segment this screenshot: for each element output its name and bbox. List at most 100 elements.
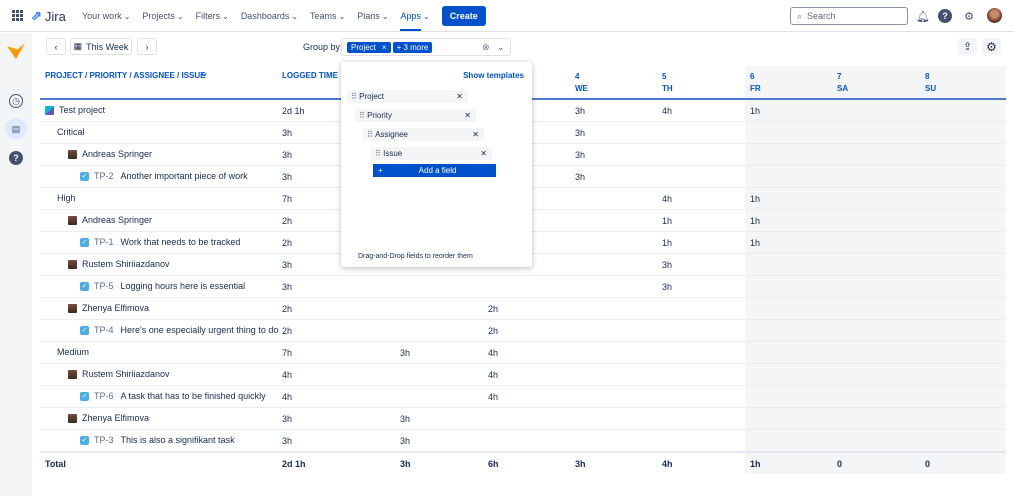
row-name: Andreas Springer: [68, 215, 152, 225]
prev-week-button[interactable]: ‹: [46, 38, 66, 55]
nav-teams[interactable]: Teams: [310, 11, 337, 21]
close-icon[interactable]: ✕: [464, 111, 471, 120]
day-value[interactable]: 2h: [488, 326, 498, 336]
day-value[interactable]: 3h: [400, 414, 410, 424]
day-value[interactable]: 3h: [400, 436, 410, 446]
day-value[interactable]: 1h: [662, 216, 672, 226]
close-icon[interactable]: ✕: [480, 149, 487, 158]
nav-projects[interactable]: Projects: [142, 11, 175, 21]
chevron-down-icon[interactable]: ⌄: [200, 68, 208, 80]
app-switcher-icon[interactable]: [12, 10, 23, 21]
jira-logo[interactable]: ⇗ Jira: [31, 8, 66, 24]
row-name: Andreas Springer: [68, 149, 152, 159]
user-avatar[interactable]: [987, 8, 1002, 23]
group-field-issue[interactable]: ⠿ Issue ✕: [371, 147, 492, 160]
nav-plans[interactable]: Plans: [357, 11, 380, 21]
day-value[interactable]: 4h: [662, 194, 672, 204]
day-value[interactable]: 4h: [488, 370, 498, 380]
row-label[interactable]: Logging hours here is essential: [121, 281, 246, 291]
chevron-down-icon[interactable]: ⌄: [497, 42, 505, 53]
day-value[interactable]: 3h: [662, 282, 672, 292]
settings-icon[interactable]: ⚙: [982, 38, 1001, 55]
row-label[interactable]: Work that needs to be tracked: [121, 237, 241, 247]
group-field-priority[interactable]: ⠿ Priority ✕: [355, 109, 476, 122]
nav-dashboards[interactable]: Dashboards: [241, 11, 290, 21]
issue-key[interactable]: TP-3: [94, 435, 114, 445]
timesheet-icon[interactable]: ▤: [5, 118, 27, 140]
row-label[interactable]: This is also a signifikant task: [121, 435, 235, 445]
total-day-value: 3h: [575, 459, 586, 469]
table-row[interactable]: ✓ TP-6 A task that has to be finished quic…: [40, 386, 1006, 408]
day-value[interactable]: 3h: [575, 172, 585, 182]
row-label[interactable]: A task that has to be finished quickly: [121, 391, 266, 401]
day-value[interactable]: 4h: [488, 348, 498, 358]
create-button[interactable]: Create: [441, 6, 486, 26]
row-name: ✓ TP-1 Work that needs to be tracked: [80, 237, 240, 247]
settings-icon[interactable]: ⚙: [962, 9, 976, 23]
day-value[interactable]: 3h: [575, 106, 585, 116]
nav-your-work[interactable]: Your work: [82, 11, 122, 21]
issue-key[interactable]: TP-1: [94, 237, 114, 247]
group-chip-project[interactable]: Project ×: [347, 41, 391, 53]
table-row[interactable]: Zhenya Elfimova 3h 3h: [40, 408, 1006, 430]
close-icon[interactable]: ✕: [472, 130, 479, 139]
help-icon[interactable]: ?: [938, 9, 952, 23]
issue-key[interactable]: TP-2: [94, 171, 114, 181]
more-chip[interactable]: + 3 more: [392, 41, 433, 53]
row-label[interactable]: Another important piece of work: [121, 171, 248, 181]
logged-time: 4h: [282, 392, 293, 402]
clear-icon[interactable]: ⊗: [482, 42, 490, 53]
day-value[interactable]: 1h: [750, 238, 760, 248]
search-input[interactable]: ⌕ Search: [790, 7, 908, 25]
day-value[interactable]: 4h: [662, 106, 672, 116]
day-value[interactable]: 1h: [662, 238, 672, 248]
day-of-week: WE: [575, 84, 588, 93]
next-week-button[interactable]: ›: [137, 38, 157, 55]
day-of-week: FR: [750, 84, 761, 93]
table-row[interactable]: ✓ TP-5 Logging hours here is essential 3h 3h: [40, 276, 1006, 298]
issue-key[interactable]: TP-6: [94, 391, 114, 401]
period-button[interactable]: ▦ This Week: [70, 38, 132, 55]
drag-handle-icon[interactable]: ⠿: [367, 130, 375, 139]
day-value[interactable]: 2h: [488, 304, 498, 314]
row-label: Zhenya Elfimova: [82, 303, 150, 313]
share-icon[interactable]: ⇪: [958, 38, 977, 55]
column-header-logged[interactable]: LOGGED TIME: [282, 70, 338, 82]
table-row[interactable]: ✓ TP-4 Here's one especially urgent thing …: [40, 320, 1006, 342]
drag-handle-icon[interactable]: ⠿: [351, 92, 359, 101]
day-value[interactable]: 1h: [750, 194, 760, 204]
issue-key[interactable]: TP-5: [94, 281, 114, 291]
help-icon[interactable]: ?: [9, 151, 23, 165]
nav-filters[interactable]: Filters: [196, 11, 221, 21]
column-header-name[interactable]: PROJECT / PRIORITY / ASSIGNEE / ISSUE: [45, 70, 205, 82]
row-label[interactable]: Here's one especially urgent thing to do: [121, 325, 279, 335]
table-row[interactable]: Medium 7h 3h 4h: [40, 342, 1006, 364]
show-templates-link[interactable]: Show templates: [463, 71, 524, 80]
day-value[interactable]: 3h: [575, 150, 585, 160]
day-number: 4: [575, 72, 580, 81]
day-value[interactable]: 3h: [662, 260, 672, 270]
day-value[interactable]: 3h: [400, 348, 410, 358]
day-value[interactable]: 3h: [575, 128, 585, 138]
day-value[interactable]: 1h: [750, 106, 760, 116]
drag-handle-icon[interactable]: ⠿: [375, 149, 383, 158]
day-value[interactable]: 4h: [488, 392, 498, 402]
group-field-assignee[interactable]: ⠿ Assignee ✕: [363, 128, 484, 141]
group-by-select[interactable]: Project × + 3 more ⊗ ⌄: [341, 38, 511, 56]
table-row[interactable]: ✓ TP-3 This is also a signifikant task 3h 3h: [40, 430, 1006, 452]
table-row[interactable]: Zhenya Elfimova 2h 2h: [40, 298, 1006, 320]
total-day-value: 3h: [400, 459, 411, 469]
day-value[interactable]: 1h: [750, 216, 760, 226]
nav-apps[interactable]: Apps: [400, 1, 421, 31]
logged-time: 3h: [282, 414, 293, 424]
remove-icon[interactable]: ×: [382, 43, 387, 52]
table-row[interactable]: Rustem Shiriiazdanov 4h 4h: [40, 364, 1006, 386]
drag-handle-icon[interactable]: ⠿: [359, 111, 367, 120]
issue-key[interactable]: TP-4: [94, 325, 114, 335]
row-label: Medium: [57, 347, 90, 357]
close-icon[interactable]: ✕: [456, 92, 463, 101]
clock-icon[interactable]: ◷: [9, 94, 23, 108]
group-field-project[interactable]: ⠿ Project ✕: [347, 90, 468, 103]
add-field-button[interactable]: + Add a field: [373, 164, 496, 177]
notifications-icon[interactable]: 🔔︎: [916, 9, 930, 23]
